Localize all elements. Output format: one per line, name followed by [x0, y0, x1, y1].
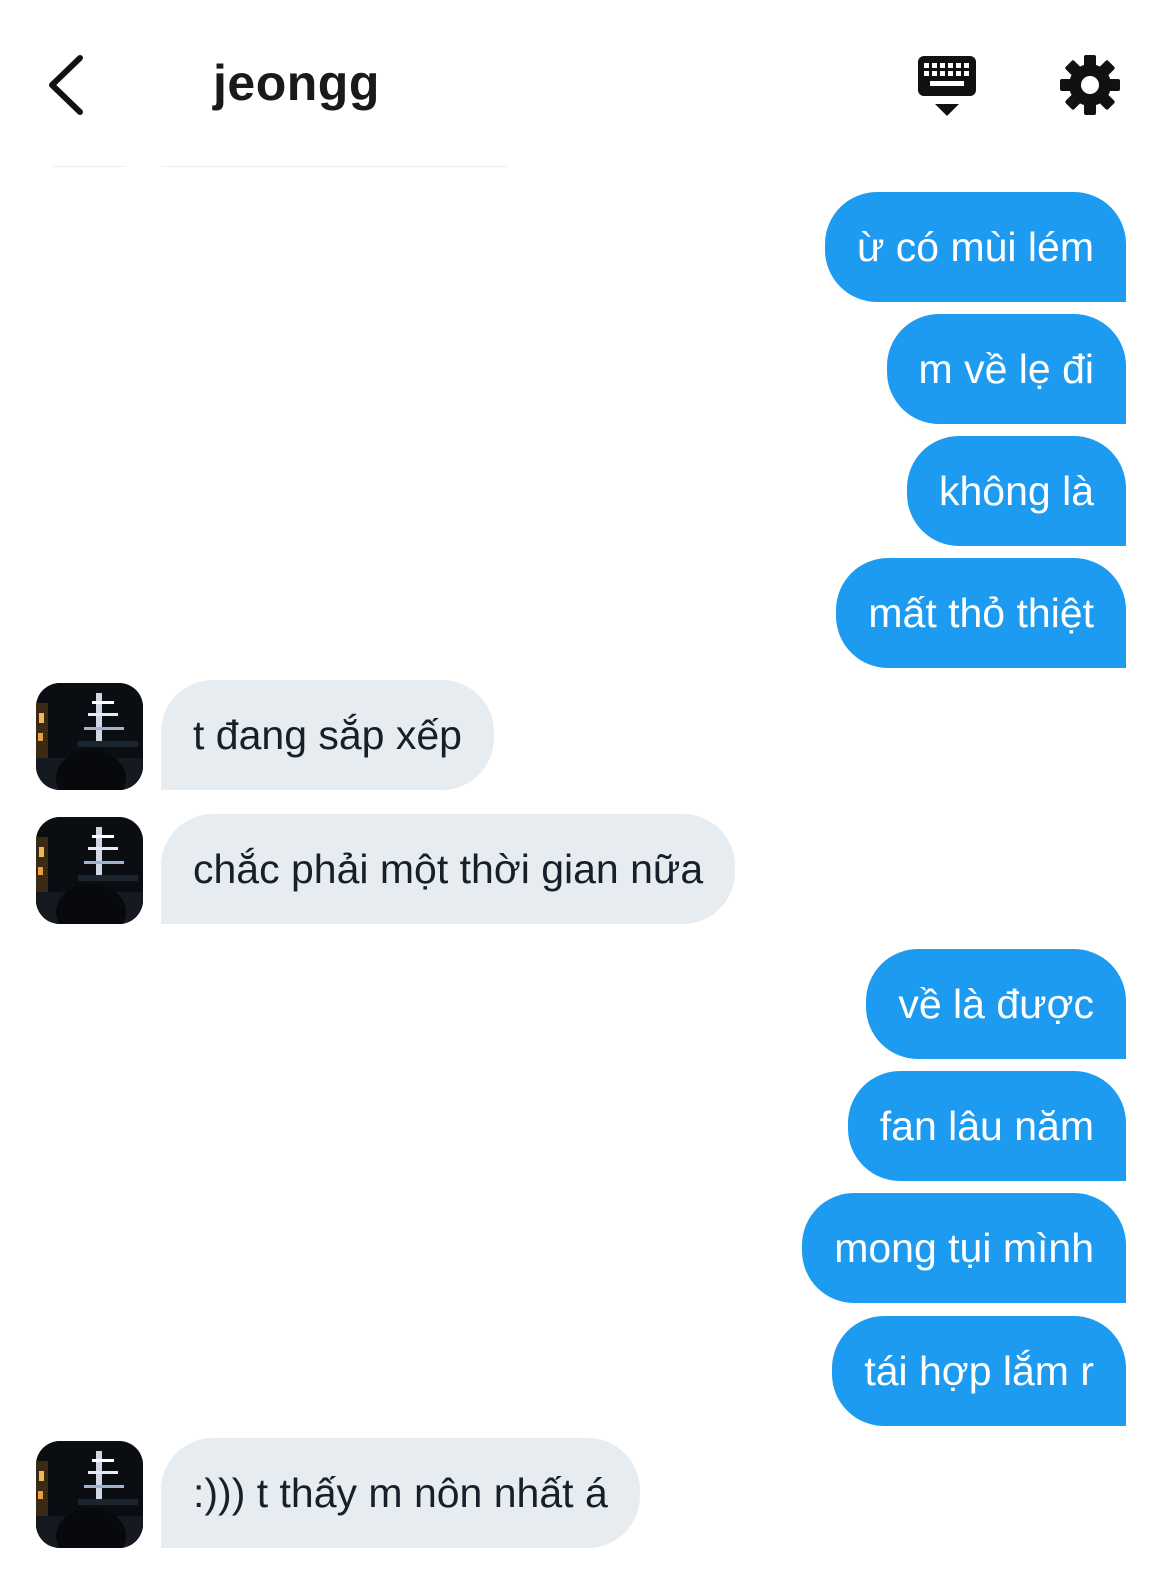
outgoing-message[interactable]: về là được — [866, 949, 1126, 1059]
cut-off-avatar-edge — [52, 166, 126, 167]
gear-icon — [1060, 55, 1120, 115]
outgoing-message[interactable]: ừ có mùi lém — [824, 192, 1126, 302]
keyboard-button[interactable] — [912, 50, 982, 120]
message-text: t đang sắp xếp — [193, 711, 462, 758]
avatar[interactable] — [36, 683, 143, 790]
message-text: mong tụi mình — [834, 1224, 1094, 1271]
outgoing-message[interactable]: không là — [906, 436, 1126, 546]
chevron-left-icon — [49, 55, 83, 115]
outgoing-message[interactable]: fan lâu năm — [847, 1071, 1126, 1181]
outgoing-message[interactable]: mất thỏ thiệt — [836, 558, 1126, 668]
settings-button[interactable] — [1055, 50, 1125, 120]
message-text: không là — [938, 467, 1094, 514]
cut-off-bubble-edge — [161, 166, 507, 167]
keyboard-icon — [918, 56, 976, 116]
back-button[interactable] — [40, 50, 100, 120]
incoming-message[interactable]: :))) t thấy m nôn nhất á — [161, 1438, 640, 1548]
avatar[interactable] — [36, 1441, 143, 1548]
avatar-photo — [36, 817, 143, 924]
message-text: tái hợp lắm r — [864, 1347, 1094, 1394]
incoming-message[interactable]: chắc phải một thời gian nữa — [161, 814, 736, 924]
avatar-photo — [36, 1441, 143, 1548]
message-text: :))) t thấy m nôn nhất á — [193, 1469, 608, 1516]
message-text: m về lẹ đi — [918, 345, 1094, 392]
outgoing-message[interactable]: mong tụi mình — [802, 1193, 1126, 1303]
avatar-photo — [36, 683, 143, 790]
message-text: về là được — [898, 980, 1094, 1027]
message-text: fan lâu năm — [879, 1102, 1094, 1149]
message-text: chắc phải một thời gian nữa — [193, 845, 704, 892]
message-text: mất thỏ thiệt — [868, 589, 1094, 636]
conversation-header: jeongg — [0, 0, 1170, 165]
conversation-title[interactable]: jeongg — [213, 54, 380, 112]
incoming-message[interactable]: t đang sắp xếp — [161, 680, 494, 790]
outgoing-message[interactable]: tái hợp lắm r — [832, 1316, 1126, 1426]
outgoing-message[interactable]: m về lẹ đi — [886, 314, 1126, 424]
message-text: ừ có mùi lém — [856, 223, 1094, 270]
avatar[interactable] — [36, 817, 143, 924]
